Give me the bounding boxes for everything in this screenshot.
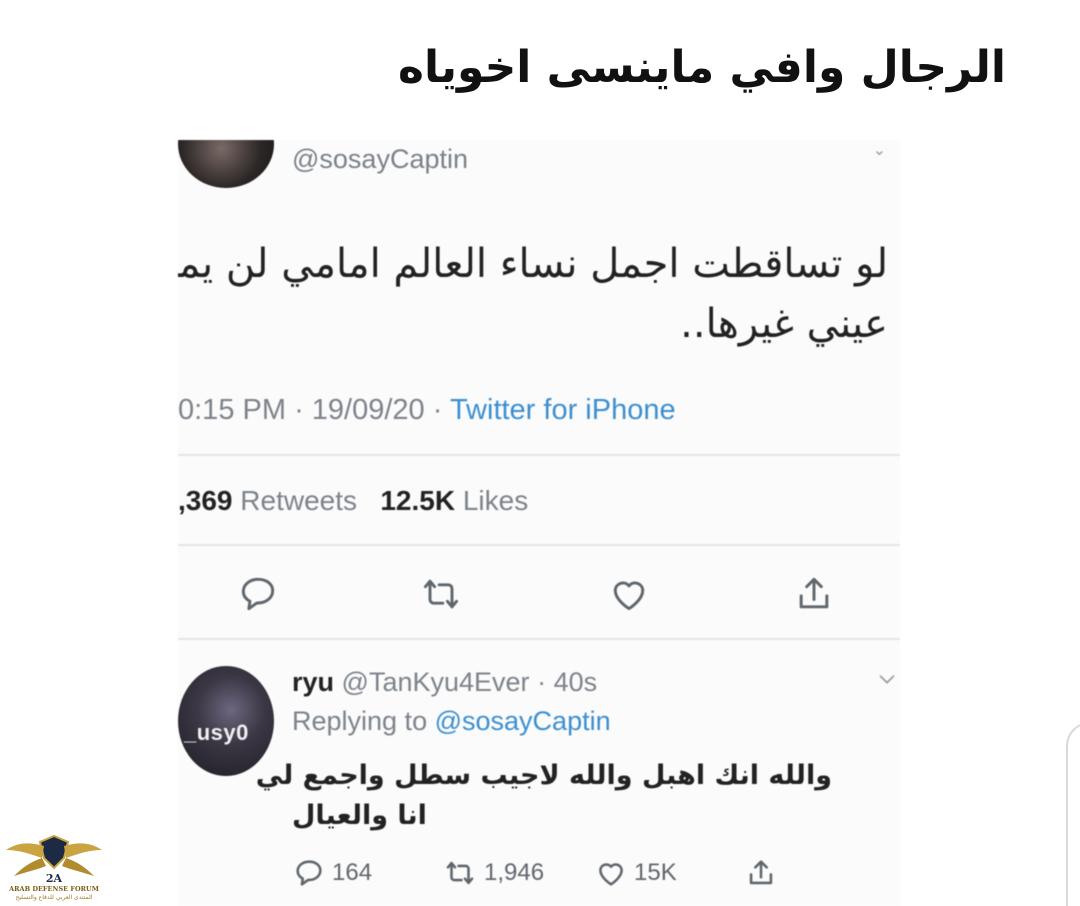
replying-to: Replying to @sosayCaptin xyxy=(292,706,611,737)
divider xyxy=(178,544,900,546)
tweet-text-line-1: لو تساقطت اجمل نساء العالم امامي لن يملي xyxy=(178,241,888,287)
reply-icon[interactable] xyxy=(236,572,280,616)
logo-title: ARAB DEFENSE FORUM xyxy=(9,885,99,893)
replying-to-label: Replying to xyxy=(292,706,428,736)
likes-label[interactable]: Likes xyxy=(463,485,528,516)
reply-author-name[interactable]: ryu xyxy=(292,667,334,697)
reply-author-handle[interactable]: @TanKyu4Ever xyxy=(342,667,530,697)
replying-to-mention[interactable]: @sosayCaptin xyxy=(435,706,611,736)
tweet-source-link[interactable]: Twitter for iPhone xyxy=(450,394,676,426)
reply-share-action[interactable] xyxy=(744,856,778,890)
arab-defense-forum-logo: 2A ARAB DEFENSE FORUM المنتدى العربي للد… xyxy=(0,828,108,906)
reply-like-action[interactable]: 15K xyxy=(594,856,677,890)
retweets-count[interactable]: ,369 xyxy=(178,485,233,516)
tweet-stats: ,369 Retweets 12.5K Likes xyxy=(178,485,528,517)
reply-text-line-2: انا والعيال xyxy=(292,800,427,831)
reply-header: ryu @TanKyu4Ever · 40s xyxy=(292,667,597,698)
share-icon[interactable] xyxy=(792,572,836,616)
post-caption: الرجال وافي ماينسى اخوياه xyxy=(397,42,1006,93)
reply-text-line-1: والله انك اهبل والله لاجيب سطل واجمع لي xyxy=(255,760,832,791)
tweet-screenshot: @sosayCaptin ⌄ لو تساقطت اجمل نساء العال… xyxy=(178,140,900,906)
divider xyxy=(178,638,900,640)
meta-separator: · xyxy=(432,394,450,426)
reply-retweets-count: 1,946 xyxy=(484,859,545,886)
tweet-time: 0:15 PM xyxy=(178,394,286,426)
likes-count[interactable]: 12.5K xyxy=(380,485,455,516)
retweet-icon[interactable] xyxy=(419,572,463,616)
reply-text: والله انك اهبل والله لاجيب سطل واجمع لي … xyxy=(255,756,832,836)
reply-likes-count: 15K xyxy=(634,859,677,886)
divider xyxy=(178,454,900,456)
logo-badge: 2A xyxy=(46,872,63,885)
reply-icon[interactable] xyxy=(292,856,326,890)
author-handle[interactable]: @sosayCaptin xyxy=(292,144,468,175)
author-avatar[interactable] xyxy=(178,140,274,188)
reply-reply-action[interactable]: 164 xyxy=(292,856,372,890)
retweet-icon[interactable] xyxy=(442,856,478,890)
like-icon[interactable] xyxy=(607,572,651,616)
chevron-down-icon[interactable]: ⌄ xyxy=(873,140,886,159)
reply-age: 40s xyxy=(553,667,598,697)
eagle-emblem-icon: 2A xyxy=(6,834,102,885)
reply-retweet-action[interactable]: 1,946 xyxy=(442,856,544,890)
reply-replies-count: 164 xyxy=(332,859,373,886)
chevron-down-icon[interactable] xyxy=(876,668,898,690)
tweet-meta: 0:15 PM · 19/09/20 · Twitter for iPhone xyxy=(178,394,676,427)
meta-separator: · xyxy=(537,667,547,697)
share-icon[interactable] xyxy=(744,856,778,890)
tweet-text-line-2: عيني غيرها.. xyxy=(680,301,888,347)
retweets-label[interactable]: Retweets xyxy=(240,485,357,516)
tweet-date: 19/09/20 xyxy=(311,394,425,426)
like-icon[interactable] xyxy=(594,856,628,890)
device-edge xyxy=(1066,722,1080,906)
meta-separator: · xyxy=(294,394,312,426)
logo-subtitle: المنتدى العربي للدفاع والتسليح xyxy=(15,894,93,901)
reply-avatar-text: _usy0 xyxy=(184,720,249,745)
tweet-text: لو تساقطت اجمل نساء العالم امامي لن يملي… xyxy=(178,234,888,354)
